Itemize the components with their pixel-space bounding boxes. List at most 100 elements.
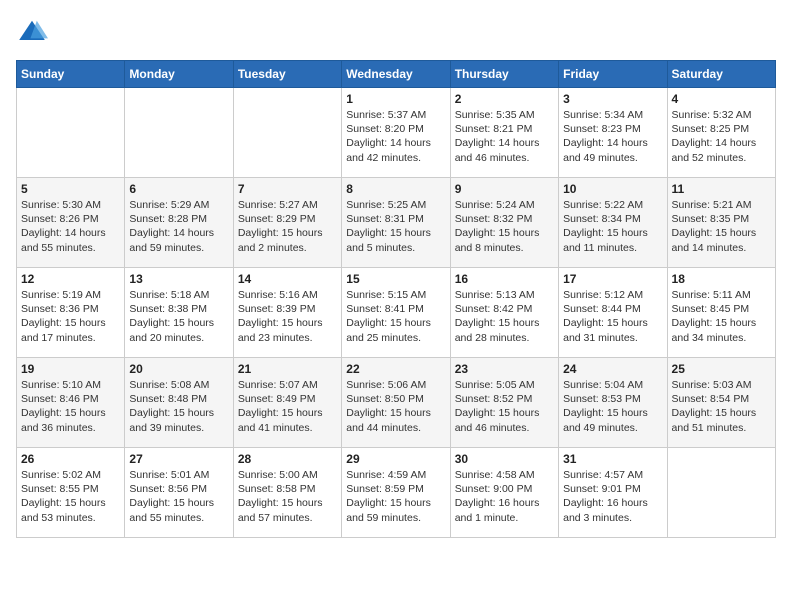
day-number: 27 [129, 452, 228, 466]
day-number: 23 [455, 362, 554, 376]
calendar-cell: 14 Sunrise: 5:16 AM Sunset: 8:39 PM Dayli… [233, 268, 341, 358]
week-row: 19 Sunrise: 5:10 AM Sunset: 8:46 PM Dayli… [17, 358, 776, 448]
day-number: 21 [238, 362, 337, 376]
day-info: Sunrise: 5:10 AM Sunset: 8:46 PM Dayligh… [21, 378, 120, 435]
day-info: Sunrise: 5:34 AM Sunset: 8:23 PM Dayligh… [563, 108, 662, 165]
day-number: 13 [129, 272, 228, 286]
calendar-cell: 22 Sunrise: 5:06 AM Sunset: 8:50 PM Dayli… [342, 358, 450, 448]
day-info: Sunrise: 5:13 AM Sunset: 8:42 PM Dayligh… [455, 288, 554, 345]
calendar-cell: 11 Sunrise: 5:21 AM Sunset: 8:35 PM Dayli… [667, 178, 775, 268]
calendar-cell: 9Sunrise: 5:24 AM Sunset: 8:32 PM Daylig… [450, 178, 558, 268]
header-monday: Monday [125, 61, 233, 88]
calendar-cell: 31 Sunrise: 4:57 AM Sunset: 9:01 PM Dayli… [559, 448, 667, 538]
day-info: Sunrise: 5:35 AM Sunset: 8:21 PM Dayligh… [455, 108, 554, 165]
header-friday: Friday [559, 61, 667, 88]
calendar-cell: 28 Sunrise: 5:00 AM Sunset: 8:58 PM Dayli… [233, 448, 341, 538]
calendar-cell: 17 Sunrise: 5:12 AM Sunset: 8:44 PM Dayli… [559, 268, 667, 358]
logo-icon [16, 16, 48, 48]
day-info: Sunrise: 5:04 AM Sunset: 8:53 PM Dayligh… [563, 378, 662, 435]
day-number: 31 [563, 452, 662, 466]
week-row: 26Sunrise: 5:02 AM Sunset: 8:55 PM Dayli… [17, 448, 776, 538]
day-number: 9 [455, 182, 554, 196]
day-number: 25 [672, 362, 771, 376]
calendar-cell: 15 Sunrise: 5:15 AM Sunset: 8:41 PM Dayli… [342, 268, 450, 358]
day-number: 19 [21, 362, 120, 376]
calendar-cell: 12 Sunrise: 5:19 AM Sunset: 8:36 PM Dayli… [17, 268, 125, 358]
day-number: 17 [563, 272, 662, 286]
calendar-cell: 24 Sunrise: 5:04 AM Sunset: 8:53 PM Dayli… [559, 358, 667, 448]
day-number: 10 [563, 182, 662, 196]
day-number: 30 [455, 452, 554, 466]
calendar-cell: 25Sunrise: 5:03 AM Sunset: 8:54 PM Dayli… [667, 358, 775, 448]
calendar-cell: 27 Sunrise: 5:01 AM Sunset: 8:56 PM Dayli… [125, 448, 233, 538]
week-row: 5Sunrise: 5:30 AM Sunset: 8:26 PM Daylig… [17, 178, 776, 268]
day-info: Sunrise: 5:15 AM Sunset: 8:41 PM Dayligh… [346, 288, 445, 345]
header-wednesday: Wednesday [342, 61, 450, 88]
day-info: Sunrise: 5:21 AM Sunset: 8:35 PM Dayligh… [672, 198, 771, 255]
day-number: 28 [238, 452, 337, 466]
day-number: 1 [346, 92, 445, 106]
day-info: Sunrise: 5:01 AM Sunset: 8:56 PM Dayligh… [129, 468, 228, 525]
calendar-cell: 1Sunrise: 5:37 AM Sunset: 8:20 PM Daylig… [342, 88, 450, 178]
day-info: Sunrise: 5:12 AM Sunset: 8:44 PM Dayligh… [563, 288, 662, 345]
day-info: Sunrise: 5:25 AM Sunset: 8:31 PM Dayligh… [346, 198, 445, 255]
calendar-cell [17, 88, 125, 178]
day-info: Sunrise: 5:29 AM Sunset: 8:28 PM Dayligh… [129, 198, 228, 255]
day-number: 7 [238, 182, 337, 196]
day-info: Sunrise: 5:16 AM Sunset: 8:39 PM Dayligh… [238, 288, 337, 345]
calendar-cell: 2 Sunrise: 5:35 AM Sunset: 8:21 PM Daylig… [450, 88, 558, 178]
page-header [16, 16, 776, 48]
day-number: 12 [21, 272, 120, 286]
day-info: Sunrise: 5:06 AM Sunset: 8:50 PM Dayligh… [346, 378, 445, 435]
day-info: Sunrise: 4:57 AM Sunset: 9:01 PM Dayligh… [563, 468, 662, 525]
day-info: Sunrise: 4:58 AM Sunset: 9:00 PM Dayligh… [455, 468, 554, 525]
week-row: 1Sunrise: 5:37 AM Sunset: 8:20 PM Daylig… [17, 88, 776, 178]
day-number: 18 [672, 272, 771, 286]
day-info: Sunrise: 4:59 AM Sunset: 8:59 PM Dayligh… [346, 468, 445, 525]
week-row: 12 Sunrise: 5:19 AM Sunset: 8:36 PM Dayli… [17, 268, 776, 358]
logo [16, 16, 52, 48]
calendar-cell: 7 Sunrise: 5:27 AM Sunset: 8:29 PM Daylig… [233, 178, 341, 268]
calendar-header-row: SundayMondayTuesdayWednesdayThursdayFrid… [17, 61, 776, 88]
calendar-cell: 16Sunrise: 5:13 AM Sunset: 8:42 PM Dayli… [450, 268, 558, 358]
header-saturday: Saturday [667, 61, 775, 88]
calendar-cell: 20Sunrise: 5:08 AM Sunset: 8:48 PM Dayli… [125, 358, 233, 448]
day-number: 5 [21, 182, 120, 196]
day-info: Sunrise: 5:00 AM Sunset: 8:58 PM Dayligh… [238, 468, 337, 525]
calendar-cell: 23Sunrise: 5:05 AM Sunset: 8:52 PM Dayli… [450, 358, 558, 448]
calendar-cell [667, 448, 775, 538]
header-sunday: Sunday [17, 61, 125, 88]
day-info: Sunrise: 5:27 AM Sunset: 8:29 PM Dayligh… [238, 198, 337, 255]
day-info: Sunrise: 5:11 AM Sunset: 8:45 PM Dayligh… [672, 288, 771, 345]
day-number: 22 [346, 362, 445, 376]
calendar-cell: 10Sunrise: 5:22 AM Sunset: 8:34 PM Dayli… [559, 178, 667, 268]
header-thursday: Thursday [450, 61, 558, 88]
calendar-cell: 18 Sunrise: 5:11 AM Sunset: 8:45 PM Dayli… [667, 268, 775, 358]
calendar-cell: 21 Sunrise: 5:07 AM Sunset: 8:49 PM Dayli… [233, 358, 341, 448]
calendar-cell: 4 Sunrise: 5:32 AM Sunset: 8:25 PM Daylig… [667, 88, 775, 178]
calendar-cell: 3 Sunrise: 5:34 AM Sunset: 8:23 PM Daylig… [559, 88, 667, 178]
day-number: 14 [238, 272, 337, 286]
day-number: 8 [346, 182, 445, 196]
calendar-cell: 26Sunrise: 5:02 AM Sunset: 8:55 PM Dayli… [17, 448, 125, 538]
day-number: 11 [672, 182, 771, 196]
calendar-cell: 30 Sunrise: 4:58 AM Sunset: 9:00 PM Dayli… [450, 448, 558, 538]
day-number: 4 [672, 92, 771, 106]
day-number: 3 [563, 92, 662, 106]
day-number: 6 [129, 182, 228, 196]
day-info: Sunrise: 5:08 AM Sunset: 8:48 PM Dayligh… [129, 378, 228, 435]
day-info: Sunrise: 5:32 AM Sunset: 8:25 PM Dayligh… [672, 108, 771, 165]
day-info: Sunrise: 5:18 AM Sunset: 8:38 PM Dayligh… [129, 288, 228, 345]
calendar: SundayMondayTuesdayWednesdayThursdayFrid… [16, 60, 776, 538]
day-number: 15 [346, 272, 445, 286]
calendar-cell: 29Sunrise: 4:59 AM Sunset: 8:59 PM Dayli… [342, 448, 450, 538]
day-number: 24 [563, 362, 662, 376]
calendar-cell: 6 Sunrise: 5:29 AM Sunset: 8:28 PM Daylig… [125, 178, 233, 268]
calendar-cell [125, 88, 233, 178]
day-info: Sunrise: 5:19 AM Sunset: 8:36 PM Dayligh… [21, 288, 120, 345]
day-number: 2 [455, 92, 554, 106]
calendar-cell: 5Sunrise: 5:30 AM Sunset: 8:26 PM Daylig… [17, 178, 125, 268]
calendar-cell: 19 Sunrise: 5:10 AM Sunset: 8:46 PM Dayli… [17, 358, 125, 448]
calendar-cell: 13 Sunrise: 5:18 AM Sunset: 8:38 PM Dayli… [125, 268, 233, 358]
day-info: Sunrise: 5:07 AM Sunset: 8:49 PM Dayligh… [238, 378, 337, 435]
